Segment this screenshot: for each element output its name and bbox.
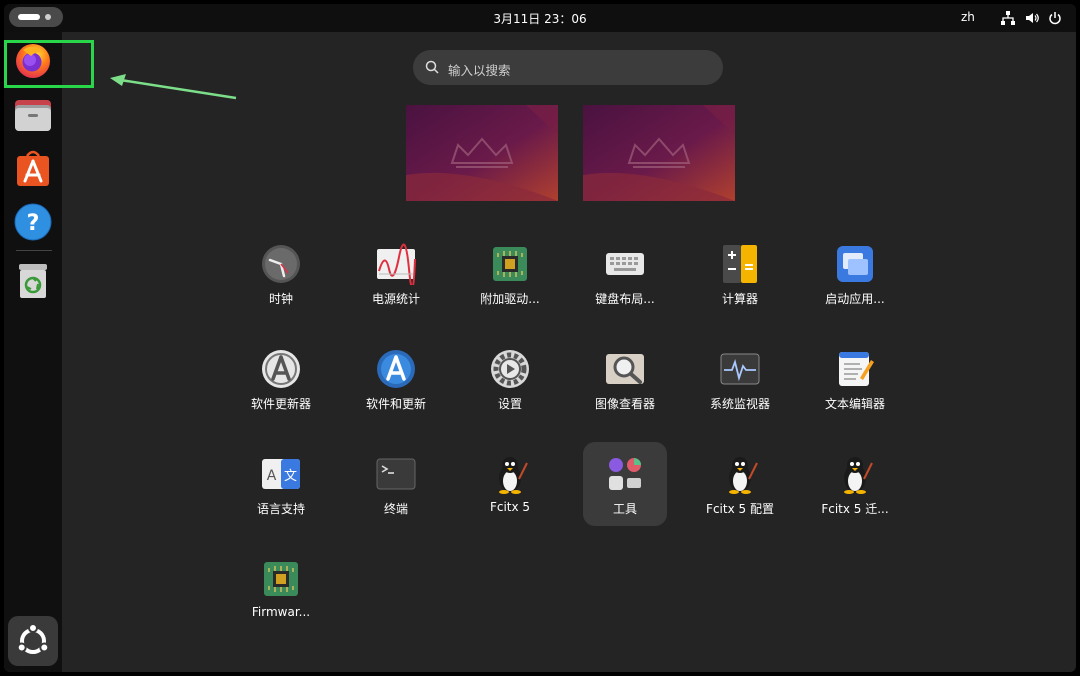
language-support-icon: A 文: [262, 459, 300, 489]
additional-drivers-icon: [493, 247, 527, 281]
annotation-arrow-icon: [110, 74, 237, 100]
app-label: 计算器: [721, 292, 758, 306]
trash-icon[interactable]: [13, 260, 53, 300]
volume-icon[interactable]: [1024, 10, 1040, 26]
software-updater-icon: [262, 350, 300, 388]
text-editor-icon: [839, 352, 874, 386]
annotation-highlight-box: [4, 40, 94, 88]
app-fcitx5[interactable]: Fcitx 5: [468, 442, 552, 526]
dock-separator: [16, 250, 52, 251]
files-icon[interactable]: [13, 94, 53, 134]
desktop-frame: 3月11日 23：06 zh ? 输入以搜索 时钟 电源统计 附加驱动... 键…: [4, 4, 1076, 672]
app-label: 附加驱动...: [480, 292, 540, 306]
search-icon: [425, 60, 439, 74]
firmware-chip-icon: [264, 562, 298, 596]
image-viewer-icon: [606, 354, 644, 384]
search-input[interactable]: 输入以搜索: [413, 50, 723, 85]
app-label: 电源统计: [371, 292, 420, 306]
app-settings[interactable]: 设置: [468, 337, 552, 421]
fcitx-config-penguin-icon: [729, 457, 758, 494]
app-additional-drivers[interactable]: 附加驱动...: [468, 232, 552, 316]
app-language-support[interactable]: A 文 语言支持: [239, 442, 323, 526]
help-icon[interactable]: ?: [13, 202, 53, 242]
app-label: 时钟: [268, 292, 293, 306]
startup-applications-icon: [837, 246, 873, 282]
dock: ?: [4, 32, 62, 672]
top-bar: 3月11日 23：06 zh: [4, 4, 1076, 32]
clock-icon: [262, 245, 300, 283]
settings-gear-icon: [491, 350, 529, 388]
app-label: 启动应用...: [825, 292, 885, 306]
app-label: 软件和更新: [365, 397, 426, 411]
clock-datetime[interactable]: 3月11日 23：06: [4, 10, 1076, 27]
app-label: Fcitx 5: [489, 500, 531, 514]
search-placeholder: 输入以搜索: [448, 63, 511, 78]
app-software-updater[interactable]: 软件更新器: [239, 337, 323, 421]
app-clock[interactable]: 时钟: [239, 232, 323, 316]
app-center-icon[interactable]: [13, 148, 53, 188]
svg-text:?: ?: [27, 211, 40, 236]
ubuntu-logo-icon: [16, 623, 50, 654]
app-label: 终端: [383, 502, 408, 516]
app-label: 系统监视器: [709, 397, 770, 411]
svg-text:文: 文: [284, 469, 297, 484]
app-label: Fcitx 5 迁...: [821, 502, 889, 516]
fcitx-migrator-penguin-icon: [844, 457, 873, 494]
app-terminal[interactable]: 终端: [354, 442, 438, 526]
app-software-and-updates[interactable]: 软件和更新: [354, 337, 438, 421]
app-fcitx5-config[interactable]: Fcitx 5 配置: [698, 442, 782, 526]
app-label: 图像查看器: [594, 397, 655, 411]
utilities-folder-icon: [609, 458, 641, 490]
app-label: 语言支持: [256, 502, 305, 516]
input-language-indicator[interactable]: zh: [961, 10, 975, 24]
power-statistics-icon: [377, 243, 416, 285]
app-label: 工具: [612, 502, 637, 516]
app-image-viewer[interactable]: 图像查看器: [583, 337, 667, 421]
keyboard-layout-icon: [606, 253, 644, 275]
app-label: 文本编辑器: [824, 397, 885, 411]
network-icon[interactable]: [1000, 10, 1016, 26]
workspace-thumbnail-1[interactable]: [406, 105, 558, 201]
app-label: 设置: [497, 397, 522, 411]
app-label: 键盘布局...: [595, 292, 655, 306]
workspace-thumbnail-2[interactable]: [583, 105, 735, 201]
app-power-statistics[interactable]: 电源统计: [354, 232, 438, 316]
app-label: 软件更新器: [250, 397, 311, 411]
app-label: Firmwar...: [251, 605, 311, 619]
app-calculator[interactable]: 计算器: [698, 232, 782, 316]
show-apps-button[interactable]: [8, 616, 58, 666]
app-fcitx5-migrator[interactable]: Fcitx 5 迁...: [813, 442, 897, 526]
app-text-editor[interactable]: 文本编辑器: [813, 337, 897, 421]
app-keyboard-layout[interactable]: 键盘布局...: [583, 232, 667, 316]
system-monitor-icon: [720, 353, 760, 385]
app-startup-applications[interactable]: 启动应用...: [813, 232, 897, 316]
app-firmware[interactable]: Firmwar...: [239, 547, 323, 631]
terminal-icon: [376, 458, 416, 490]
calculator-icon: [723, 245, 757, 283]
app-system-monitor[interactable]: 系统监视器: [698, 337, 782, 421]
software-and-updates-icon: [377, 350, 415, 388]
app-utilities-folder[interactable]: 工具: [583, 442, 667, 526]
fcitx-penguin-icon: [499, 457, 528, 494]
app-label: Fcitx 5 配置: [706, 502, 774, 516]
svg-text:A: A: [267, 468, 277, 484]
power-icon[interactable]: [1047, 10, 1063, 26]
